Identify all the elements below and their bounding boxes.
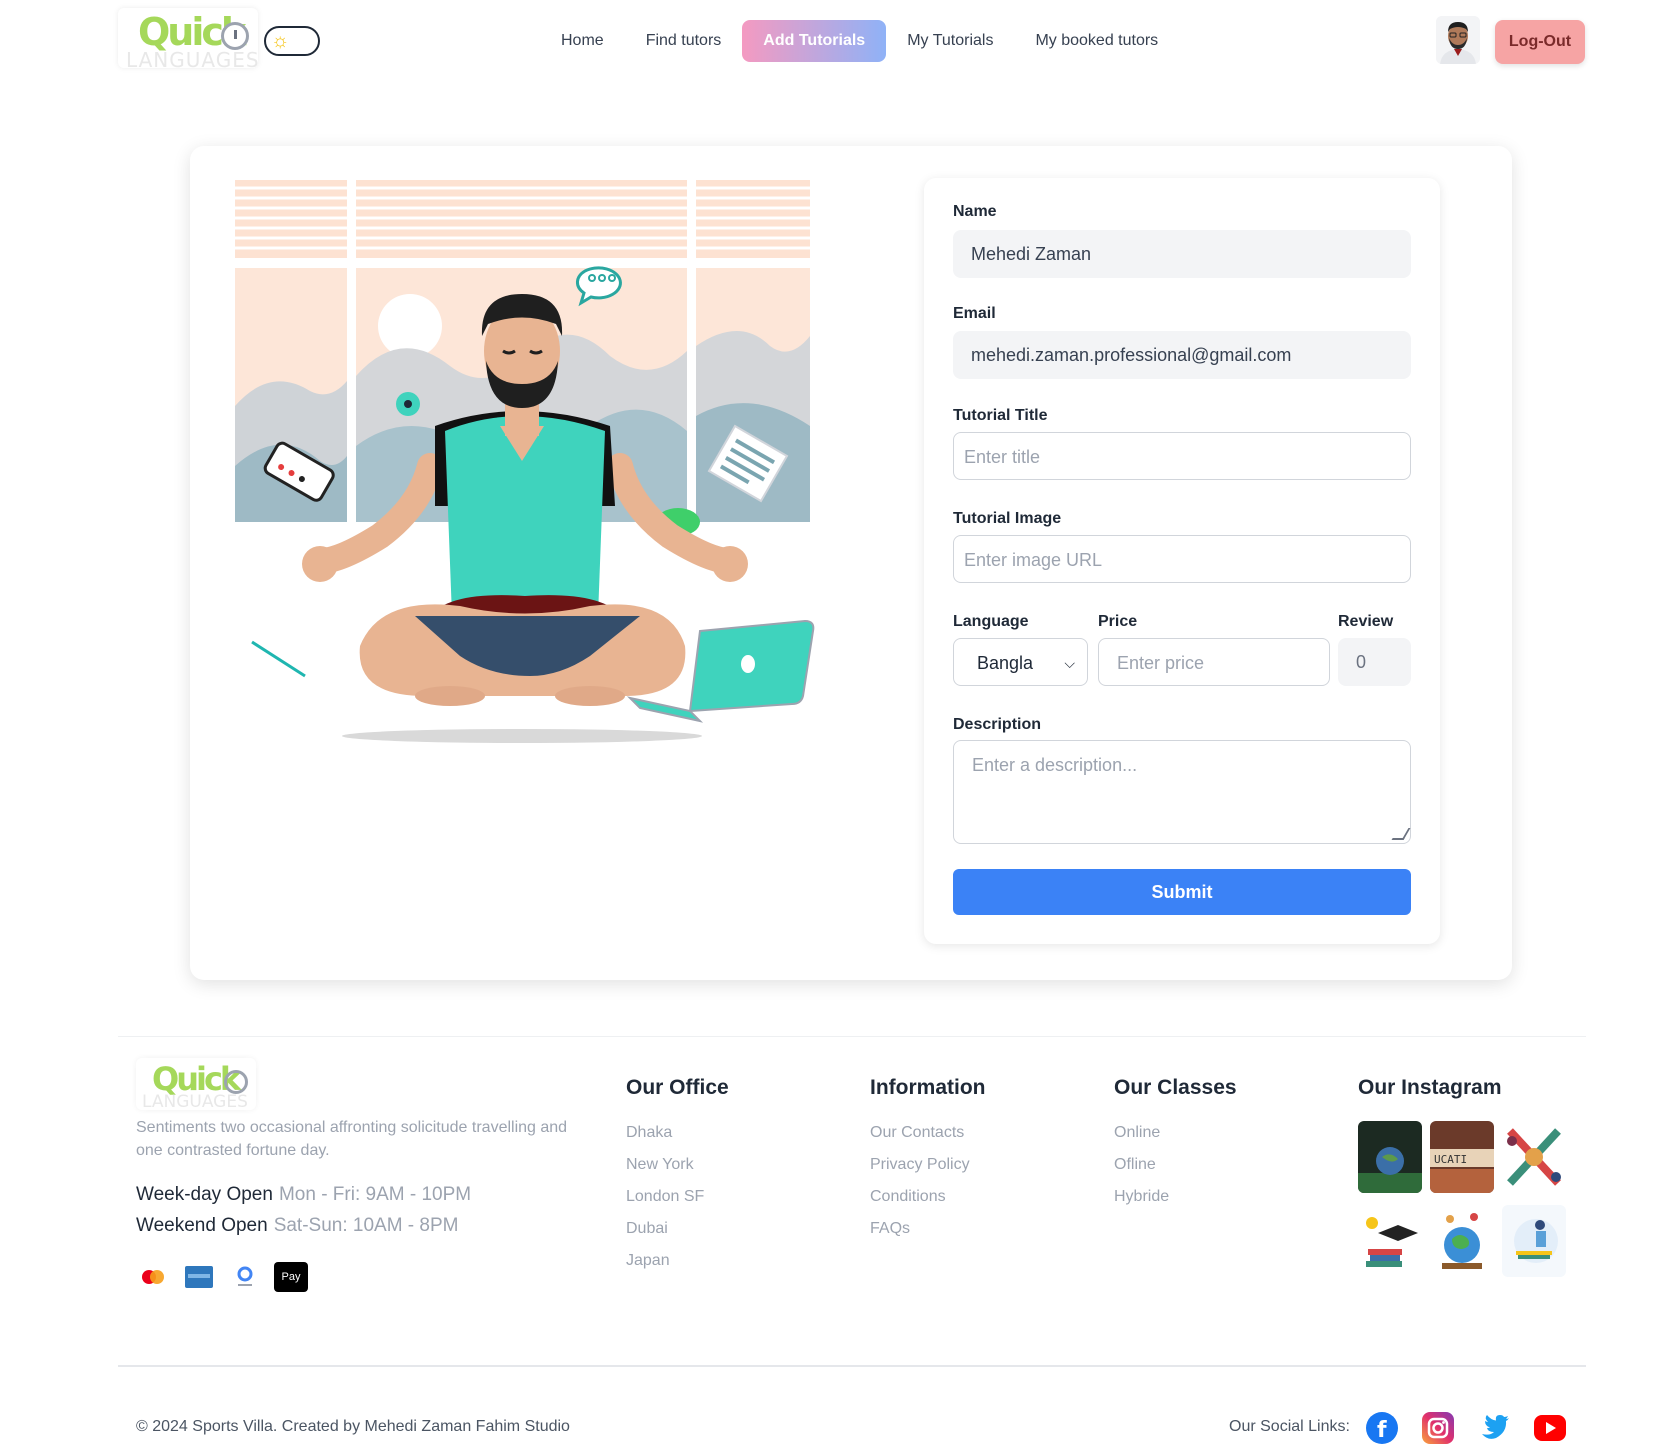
info-item-conditions[interactable]: Conditions bbox=[870, 1188, 946, 1206]
nav-find-tutors[interactable]: Find tutors bbox=[625, 20, 743, 62]
tutorial-title-input[interactable]: Enter title bbox=[953, 432, 1411, 480]
main-menu: Home Find tutors Add Tutorials My Tutori… bbox=[540, 20, 1179, 62]
brand-logo[interactable]: Quick LANGUAGES bbox=[118, 8, 258, 68]
instagram-thumb-globe[interactable] bbox=[1358, 1121, 1422, 1193]
description-placeholder: Enter a description... bbox=[972, 755, 1138, 775]
footer-bottom-divider bbox=[118, 1365, 1586, 1367]
classes-heading: Our Classes bbox=[1114, 1076, 1237, 1099]
email-label: Email bbox=[953, 305, 996, 322]
class-item-hybride[interactable]: Hybride bbox=[1114, 1188, 1169, 1206]
copyright-text: © 2024 Sports Villa. Created by Mehedi Z… bbox=[136, 1418, 570, 1435]
office-item-dhaka[interactable]: Dhaka bbox=[626, 1124, 672, 1142]
footer-description: Sentiments two occasional affronting sol… bbox=[136, 1119, 568, 1159]
logo-subtitle: LANGUAGES bbox=[126, 48, 258, 68]
office-item-japan[interactable]: Japan bbox=[626, 1252, 670, 1270]
email-field: mehedi.zaman.professional@gmail.com bbox=[953, 331, 1411, 379]
info-item-privacy[interactable]: Privacy Policy bbox=[870, 1156, 970, 1174]
nav-home[interactable]: Home bbox=[540, 20, 625, 62]
instagram-thumb-graduate[interactable] bbox=[1358, 1205, 1422, 1277]
tutorial-title-label: Tutorial Title bbox=[953, 407, 1048, 424]
theme-toggle[interactable]: ☼ bbox=[264, 26, 320, 56]
language-select[interactable]: Bangla ⌵ bbox=[953, 638, 1088, 686]
twitter-icon[interactable] bbox=[1478, 1412, 1510, 1444]
review-label: Review bbox=[1338, 613, 1394, 630]
class-item-online[interactable]: Online bbox=[1114, 1124, 1160, 1142]
social-links-label: Our Social Links: bbox=[1229, 1418, 1350, 1435]
price-label: Price bbox=[1098, 613, 1138, 630]
tutorial-image-input[interactable]: Enter image URL bbox=[953, 535, 1411, 583]
youtube-icon[interactable] bbox=[1534, 1415, 1566, 1441]
google-pay-icon bbox=[228, 1262, 262, 1292]
chevron-down-icon: ⌵ bbox=[1064, 655, 1075, 671]
clock-icon bbox=[224, 1070, 248, 1094]
review-field: 0 bbox=[1338, 638, 1411, 686]
price-input[interactable]: Enter price bbox=[1098, 638, 1330, 686]
tutorial-image-label: Tutorial Image bbox=[953, 510, 1062, 527]
weekend-value: Sat-Sun: 10AM - 8PM bbox=[273, 1215, 459, 1236]
svg-text:f: f bbox=[1377, 1418, 1387, 1443]
information-heading: Information bbox=[870, 1076, 986, 1099]
user-avatar[interactable] bbox=[1436, 16, 1480, 64]
office-item-london[interactable]: London SF bbox=[626, 1188, 704, 1206]
submit-button[interactable]: Submit bbox=[953, 869, 1411, 915]
description-label: Description bbox=[953, 716, 1042, 733]
instagram-thumb-world[interactable] bbox=[1430, 1205, 1494, 1277]
office-item-new-york[interactable]: New York bbox=[626, 1156, 694, 1174]
footer-divider bbox=[118, 1036, 1586, 1037]
navbar: Quick LANGUAGES ☼ Home Find tutors Add T… bbox=[0, 0, 1667, 82]
weekday-hours: Week-day Open Mon - Fri: 9AM - 10PM bbox=[136, 1184, 471, 1206]
meditation-illustration bbox=[230, 176, 820, 756]
amex-icon bbox=[182, 1262, 216, 1292]
info-item-contacts[interactable]: Our Contacts bbox=[870, 1124, 964, 1142]
language-label: Language bbox=[953, 613, 1029, 630]
logout-button[interactable]: Log-Out bbox=[1495, 20, 1585, 64]
instagram-thumb-study[interactable] bbox=[1502, 1205, 1566, 1277]
instagram-heading: Our Instagram bbox=[1358, 1076, 1502, 1099]
instagram-icon[interactable] bbox=[1422, 1412, 1454, 1444]
office-item-dubai[interactable]: Dubai bbox=[626, 1220, 668, 1238]
instagram-thumb-education[interactable]: UCATI bbox=[1430, 1121, 1494, 1193]
office-heading: Our Office bbox=[626, 1076, 729, 1099]
name-label: Name bbox=[953, 203, 997, 220]
class-item-ofline[interactable]: Ofline bbox=[1114, 1156, 1156, 1174]
apple-pay-icon: Pay bbox=[274, 1262, 308, 1292]
apple-pay-label: Pay bbox=[281, 1271, 301, 1283]
nav-my-booked-tutors[interactable]: My booked tutors bbox=[1014, 20, 1179, 62]
footer-logo-subtitle: LANGUAGES bbox=[142, 1092, 248, 1110]
language-select-value: Bangla bbox=[977, 653, 1034, 673]
nav-add-tutorials[interactable]: Add Tutorials bbox=[742, 20, 887, 62]
weekday-value: Mon - Fri: 9AM - 10PM bbox=[278, 1184, 472, 1205]
mastercard-icon bbox=[136, 1262, 170, 1292]
clock-icon bbox=[221, 22, 249, 50]
instagram-thumb-people[interactable] bbox=[1502, 1121, 1566, 1193]
description-textarea[interactable]: Enter a description... bbox=[953, 740, 1411, 844]
footer-logo[interactable]: Quick LANGUAGES bbox=[136, 1058, 256, 1110]
name-field: Mehedi Zaman bbox=[953, 230, 1411, 278]
resize-handle-icon[interactable] bbox=[1391, 828, 1411, 840]
info-item-faqs[interactable]: FAQs bbox=[870, 1220, 910, 1238]
svg-text:UCATI: UCATI bbox=[1434, 1153, 1467, 1166]
weekend-hours: Weekend Open Sat-Sun: 10AM - 8PM bbox=[136, 1215, 458, 1237]
facebook-icon[interactable]: f bbox=[1366, 1412, 1398, 1444]
weekday-label: Week-day Open bbox=[136, 1184, 273, 1205]
nav-my-tutorials[interactable]: My Tutorials bbox=[886, 20, 1014, 62]
sun-icon: ☼ bbox=[271, 30, 290, 52]
weekend-label: Weekend Open bbox=[136, 1215, 268, 1236]
